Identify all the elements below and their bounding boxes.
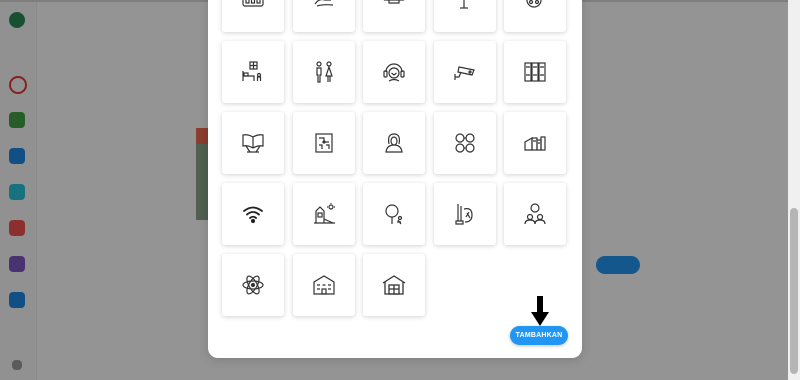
icon-tile[interactable] [363,41,425,103]
school-building-icon [313,275,335,295]
lockers-icon [524,62,546,82]
hand-wash-icon [314,0,334,7]
scrollbar-thumb[interactable] [790,208,798,374]
library-books-icon [524,136,546,151]
quran-stand-icon [242,134,264,153]
icon-tile[interactable] [293,0,355,32]
icon-tile[interactable] [504,41,566,103]
classroom-icon [242,0,264,7]
icon-tile[interactable] [222,112,284,174]
art-tools-icon [455,204,473,225]
icon-tile[interactable] [363,254,425,316]
icon-tile[interactable] [222,183,284,245]
icon-tile[interactable] [293,41,355,103]
icon-tile[interactable] [222,254,284,316]
icon-tile[interactable] [504,112,566,174]
icon-tile[interactable] [434,183,496,245]
icon-tile[interactable] [363,0,425,32]
icon-tile[interactable] [363,112,425,174]
icon-tile[interactable] [293,254,355,316]
playground-icon [314,203,335,224]
arrow-down-icon [531,296,549,326]
icon-tile[interactable] [504,183,566,245]
icon-tile[interactable] [434,112,496,174]
film-reel-icon [526,0,542,8]
restroom-icon [316,61,333,83]
ceiling-lamp-icon [383,0,405,4]
headset-support-icon [383,63,405,82]
icon-tile[interactable] [222,0,284,32]
circuit-board-icon [315,133,333,153]
icon-tile[interactable] [504,0,566,32]
discussion-icon [524,203,546,225]
cctv-camera-icon [454,66,475,80]
icon-tile[interactable] [363,183,425,245]
icon-tile[interactable] [222,41,284,103]
icon-tile[interactable] [293,112,355,174]
warehouse-icon [382,275,406,295]
bedroom-icon [242,61,262,81]
wifi-icon [243,206,263,224]
atom-icon [242,275,264,295]
eagle-icon [460,0,468,9]
icon-tile[interactable] [434,0,496,32]
currency-exchange-icon [455,133,475,153]
scrollbar[interactable] [788,0,800,380]
hijab-woman-icon [385,133,403,153]
icon-tile[interactable] [293,183,355,245]
table-tennis-icon [385,204,403,225]
add-button[interactable]: TAMBAHKAN [510,326,568,345]
icon-tile[interactable] [434,41,496,103]
